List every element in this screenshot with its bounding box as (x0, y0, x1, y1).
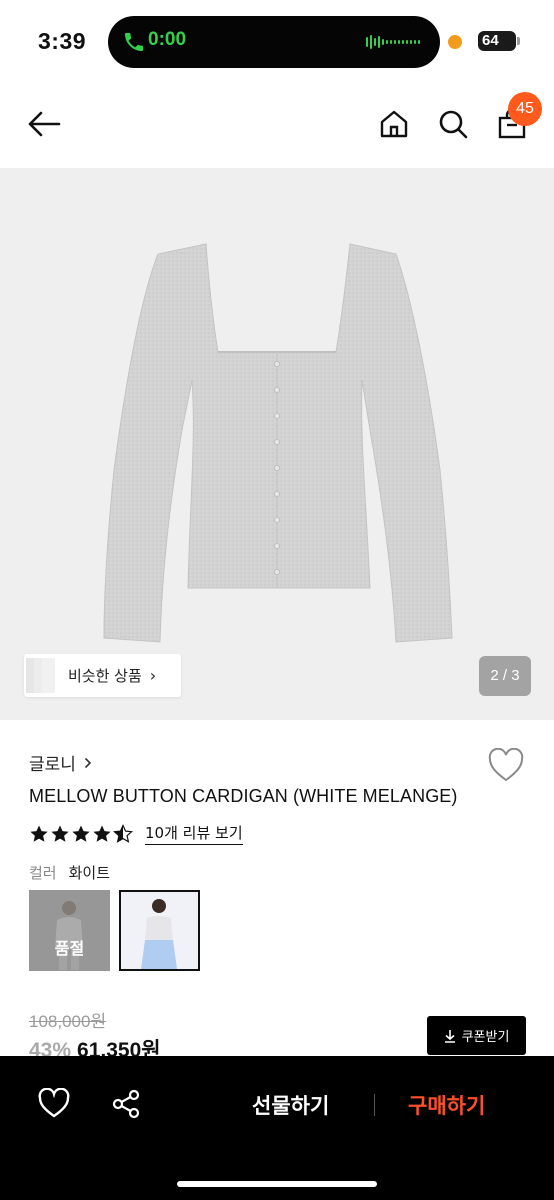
action-divider (374, 1094, 375, 1116)
gift-button[interactable]: 선물하기 (252, 1090, 329, 1120)
brand-link[interactable]: 글로니 (29, 750, 92, 775)
selected-color: 화이트 (68, 864, 111, 882)
status-bar: 3:39 0:00 64 (0, 0, 554, 84)
phone-icon (125, 33, 143, 51)
bottom-action-bar (0, 1056, 554, 1200)
home-button[interactable] (374, 104, 414, 144)
star-icon (30, 825, 48, 842)
product-image (103, 243, 453, 643)
brand-name: 글로니 (29, 755, 76, 775)
home-icon (380, 110, 408, 138)
rating-row: 10개 리뷰 보기 (29, 822, 243, 845)
color-swatch-selected[interactable] (119, 890, 200, 971)
image-page-indicator: 2 / 3 (479, 656, 531, 696)
search-button[interactable] (433, 104, 473, 144)
similar-products-label: 비슷한 상품 (68, 667, 142, 685)
product-title: MELLOW BUTTON CARDIGAN (WHITE MELANGE) (29, 786, 458, 806)
home-indicator[interactable] (177, 1181, 377, 1187)
color-option-row: 컬러 화이트 (29, 862, 110, 883)
battery-indicator: 64 (478, 31, 516, 51)
coupon-button[interactable]: 쿠폰받기 (427, 1016, 526, 1055)
similar-products-thumbnails (24, 654, 58, 697)
battery-cap (517, 37, 520, 45)
color-label: 컬러 (29, 864, 57, 882)
coupon-label: 쿠폰받기 (461, 1030, 510, 1045)
star-rating (29, 823, 133, 844)
similar-products-button[interactable]: 비슷한 상품 › (24, 654, 181, 697)
wishlist-heart-icon[interactable] (487, 748, 525, 784)
back-button[interactable] (24, 104, 64, 144)
download-icon (444, 1029, 455, 1043)
model-thumbnail (121, 892, 198, 969)
top-nav (0, 84, 554, 168)
chevron-right-icon (84, 757, 92, 768)
search-icon (439, 110, 468, 139)
star-icon (51, 825, 69, 842)
recording-indicator (448, 35, 462, 49)
star-icon (93, 825, 111, 842)
star-icon (72, 825, 90, 842)
audio-waveform-icon (366, 35, 420, 49)
status-time: 3:39 (38, 28, 87, 54)
arrow-left-icon (28, 111, 61, 137)
share-icon[interactable] (110, 1088, 142, 1120)
product-image-gallery[interactable]: 비슷한 상품 › 2 / 3 (0, 168, 554, 720)
cart-count-badge: 45 (508, 92, 542, 126)
chevron-right-icon: › (149, 666, 157, 685)
dynamic-island[interactable]: 0:00 (108, 16, 440, 68)
buy-button[interactable]: 구매하기 (408, 1090, 485, 1120)
heart-icon[interactable] (37, 1088, 71, 1120)
sold-out-overlay: 품절 (29, 890, 110, 971)
original-price: 108,000원 (29, 1012, 107, 1031)
color-swatch-soldout[interactable]: 품절 (29, 890, 110, 971)
review-link[interactable]: 10개 리뷰 보기 (145, 822, 243, 845)
call-timer: 0:00 (148, 29, 187, 50)
half-star-icon (113, 823, 133, 843)
